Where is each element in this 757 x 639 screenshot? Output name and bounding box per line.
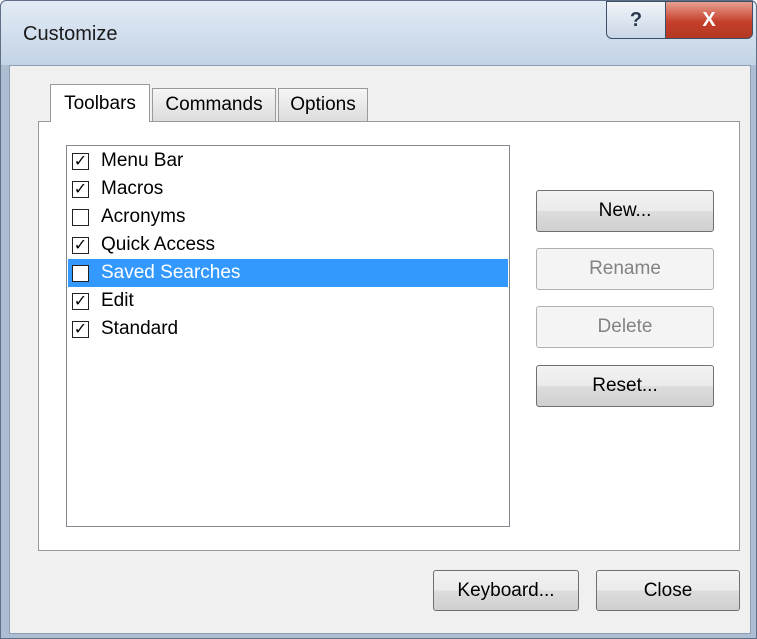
new-button-label: New... xyxy=(598,200,652,221)
close-button[interactable]: Close xyxy=(596,570,740,611)
list-item-selected[interactable]: Saved Searches xyxy=(68,259,508,287)
list-item-label: Macros xyxy=(101,178,164,199)
close-button-label: Close xyxy=(643,579,693,601)
customize-dialog: Customize ? X Toolbars Commands Options … xyxy=(0,0,757,639)
window-close-button[interactable]: X xyxy=(665,1,753,39)
delete-button-label: Delete xyxy=(597,316,653,337)
list-item[interactable]: ✓ Edit xyxy=(68,287,508,315)
checkbox[interactable]: ✓ xyxy=(72,320,89,338)
rename-button-label: Rename xyxy=(589,258,661,279)
tab-toolbars-label: Toolbars xyxy=(64,92,136,114)
list-item-label: Saved Searches xyxy=(101,262,241,283)
tab-options[interactable]: Options xyxy=(278,88,368,121)
list-item[interactable]: ✓ Menu Bar xyxy=(68,147,508,175)
reset-button-label: Reset... xyxy=(592,375,658,396)
checkbox[interactable]: ✓ xyxy=(72,236,89,254)
help-icon: ? xyxy=(629,8,643,31)
keyboard-button[interactable]: Keyboard... xyxy=(433,570,579,611)
help-button[interactable]: ? xyxy=(606,1,666,39)
keyboard-button-label: Keyboard... xyxy=(457,579,555,601)
list-item[interactable]: ✓ Standard xyxy=(68,315,508,343)
list-item[interactable]: ✓ Macros xyxy=(68,175,508,203)
toolbars-listbox[interactable]: ✓ Menu Bar ✓ Macros Acronyms ✓ Quick Acc… xyxy=(66,145,510,527)
tab-options-label: Options xyxy=(290,94,356,115)
tab-toolbars[interactable]: Toolbars xyxy=(50,84,150,122)
checkbox[interactable] xyxy=(72,264,89,282)
delete-button[interactable]: Delete xyxy=(536,306,714,348)
checkbox[interactable]: ✓ xyxy=(72,180,89,198)
close-icon: X xyxy=(702,8,716,31)
list-item[interactable]: ✓ Quick Access xyxy=(68,231,508,259)
checkbox[interactable]: ✓ xyxy=(72,152,89,170)
rename-button[interactable]: Rename xyxy=(536,248,714,290)
list-item[interactable]: Acronyms xyxy=(68,203,508,231)
title-bar[interactable]: Customize ? X xyxy=(1,1,756,65)
dialog-body: Toolbars Commands Options ✓ Menu Bar ✓ M… xyxy=(9,65,751,634)
list-item-label: Quick Access xyxy=(101,234,216,255)
tab-commands[interactable]: Commands xyxy=(152,88,276,121)
checkbox[interactable] xyxy=(72,208,89,226)
list-item-label: Standard xyxy=(101,318,179,339)
tab-commands-label: Commands xyxy=(165,94,263,115)
checkbox[interactable]: ✓ xyxy=(72,292,89,310)
toolbars-tab-panel: ✓ Menu Bar ✓ Macros Acronyms ✓ Quick Acc… xyxy=(38,121,740,551)
reset-button[interactable]: Reset... xyxy=(536,365,714,407)
window-title: Customize xyxy=(23,23,118,45)
list-item-label: Edit xyxy=(101,290,134,311)
new-button[interactable]: New... xyxy=(536,190,714,232)
list-item-label: Acronyms xyxy=(101,206,186,227)
list-item-label: Menu Bar xyxy=(101,150,184,171)
